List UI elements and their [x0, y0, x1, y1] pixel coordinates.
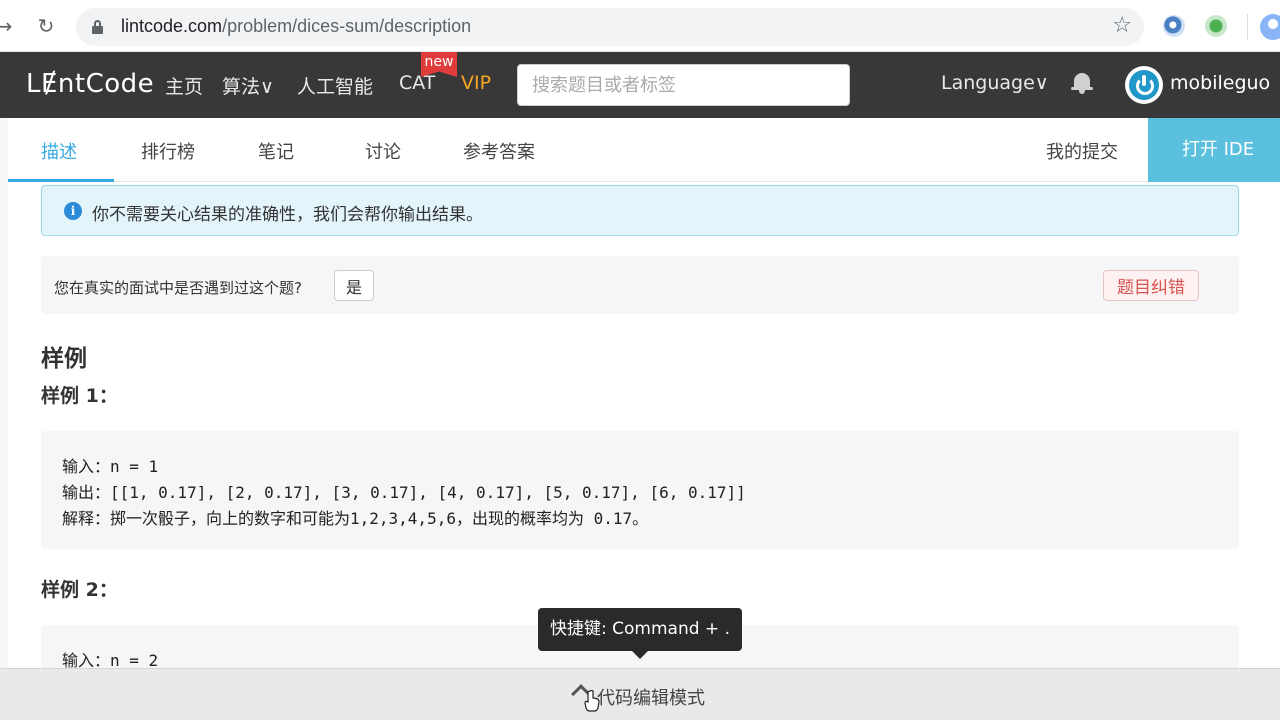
report-error-button[interactable]: 题目纠错 [1103, 270, 1199, 301]
problem-tabs: 描述 排行榜 笔记 讨论 参考答案 我的提交 打开 IDE [8, 118, 1280, 182]
power-icon [1129, 70, 1159, 100]
toolbar-divider [1247, 14, 1248, 40]
example-1-title: 样例 1： [41, 385, 118, 407]
browser-toolbar: → ↻ lintcode.com/problem/dices-sum/descr… [0, 0, 1280, 52]
example-1-output: 输出：[[1, 0.17], [2, 0.17], [3, 0.17], [4,… [62, 483, 746, 502]
bell-icon[interactable] [1071, 71, 1093, 95]
language-dropdown[interactable]: Language∨ [941, 72, 1049, 94]
nav-home[interactable]: 主页 [165, 72, 203, 99]
example-2-input: 输入：n = 2 [62, 651, 159, 668]
url-host: lintcode.com [121, 16, 223, 36]
problem-search-input[interactable] [517, 64, 850, 106]
info-alert: i 你不需要关心结果的准确性，我们会帮你输出结果。 [41, 185, 1239, 236]
interview-question: 您在真实的面试中是否遇到过这个题? [54, 279, 302, 297]
extension-green-icon[interactable] [1205, 15, 1227, 37]
username[interactable]: mobileguo [1170, 72, 1270, 94]
example-1-code: 输入：n = 1 输出：[[1, 0.17], [2, 0.17], [3, 0… [41, 431, 1239, 549]
nav-cat[interactable]: CAT [399, 72, 435, 94]
url-text[interactable]: lintcode.com/problem/dices-sum/descripti… [121, 16, 471, 37]
site-header: LɆntCode 主页 算法∨ 人工智能 CAT new VIP Languag… [0, 52, 1280, 118]
example-2-title: 样例 2： [41, 579, 118, 601]
nav-vip[interactable]: VIP [461, 72, 491, 94]
tab-notes[interactable]: 笔记 [258, 138, 294, 164]
shortcut-tooltip: 快捷键: Command + . [538, 608, 742, 659]
user-avatar[interactable] [1125, 66, 1163, 104]
interview-feedback-bar: 您在真实的面试中是否遇到过这个题? 是 题目纠错 [41, 256, 1239, 314]
forward-arrow-icon[interactable]: → [0, 14, 16, 38]
tab-description[interactable]: 描述 [41, 138, 77, 164]
reload-icon[interactable]: ↻ [34, 14, 58, 38]
address-bar[interactable]: lintcode.com/problem/dices-sum/descripti… [76, 8, 1144, 46]
extension-icon[interactable] [1163, 15, 1185, 37]
example-1-input: 输入：n = 1 [62, 457, 159, 476]
tab-solutions[interactable]: 参考答案 [463, 138, 535, 164]
open-ide-button[interactable]: 打开 IDE [1148, 118, 1280, 182]
info-icon: i [64, 202, 82, 220]
nav-algorithm[interactable]: 算法∨ [222, 72, 274, 99]
examples-heading: 样例 [41, 346, 87, 372]
tab-discussion[interactable]: 讨论 [365, 138, 401, 164]
hand-cursor-icon [584, 690, 600, 712]
example-1-explanation: 解释：掷一次骰子，向上的数字和可能为1,2,3,4,5,6，出现的概率均为 0.… [62, 509, 649, 528]
tab-leaderboard[interactable]: 排行榜 [141, 138, 195, 164]
nav-ai[interactable]: 人工智能 [297, 72, 373, 99]
new-badge: new [421, 52, 457, 77]
lock-icon [92, 20, 103, 34]
tab-my-submissions[interactable]: 我的提交 [1046, 138, 1118, 164]
alert-text: 你不需要关心结果的准确性，我们会帮你输出结果。 [92, 205, 483, 225]
yes-button[interactable]: 是 [334, 270, 374, 301]
code-editor-mode-bar[interactable]: 代码编辑模式 [0, 668, 1280, 720]
problem-content: i 你不需要关心结果的准确性，我们会帮你输出结果。 您在真实的面试中是否遇到过这… [8, 182, 1280, 668]
code-editor-mode-label: 代码编辑模式 [597, 688, 705, 709]
url-path: /problem/dices-sum/description [222, 16, 472, 36]
profile-avatar-icon[interactable] [1260, 14, 1280, 40]
lintcode-logo[interactable]: LɆntCode [26, 69, 154, 99]
bookmark-star-icon[interactable]: ☆ [1112, 13, 1132, 38]
